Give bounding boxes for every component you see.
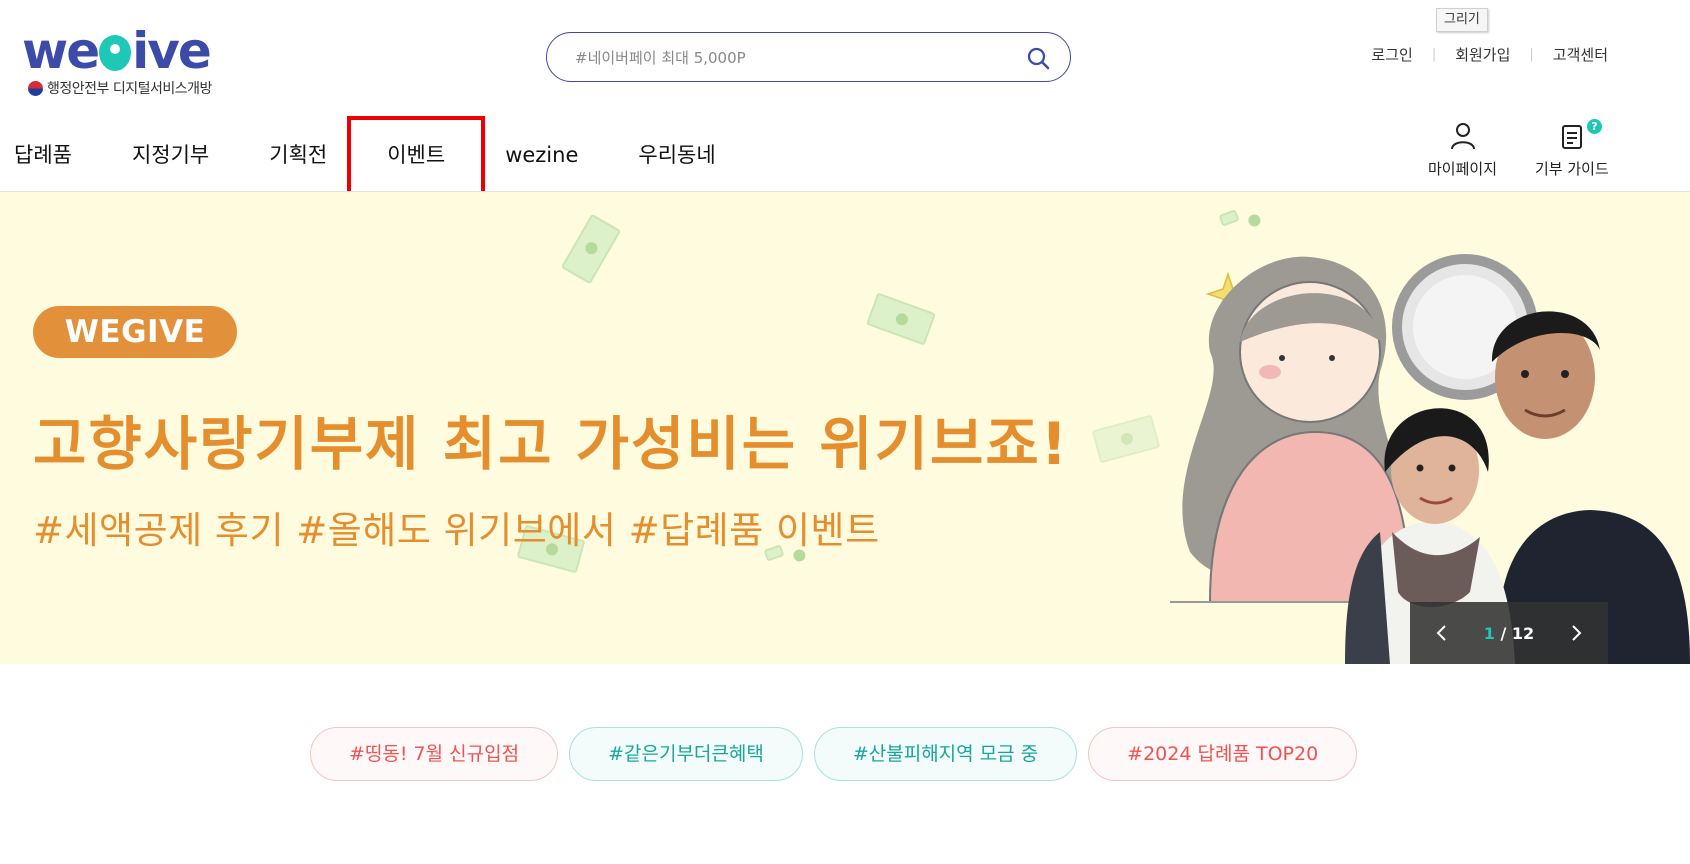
donation-guide-label: 기부 가이드 — [1535, 160, 1609, 178]
banner-badge: WEGIVE — [33, 306, 237, 358]
money-bill-decoration — [560, 213, 622, 285]
user-icon — [1450, 123, 1475, 150]
logo-subtitle: 행정안전부 디지털서비스개방 — [28, 78, 212, 98]
search-input[interactable] — [575, 46, 995, 70]
search-icon[interactable] — [1026, 46, 1050, 70]
chevron-right-icon[interactable] — [1566, 623, 1586, 643]
banner-pager: 1 / 12 — [1410, 602, 1608, 664]
util-links: 로그인 | 회원가입 | 고객센터 — [1371, 44, 1608, 65]
pager-count: 1 / 12 — [1484, 624, 1534, 643]
hashtag-new-stores[interactable]: #띵동! 7월 신규입점 — [310, 727, 559, 781]
chevron-left-icon[interactable] — [1432, 623, 1452, 643]
pager-total: 12 — [1511, 623, 1535, 643]
main-banner[interactable]: WEGIVE 고향사랑기부제 최고 가성비는 위기브죠! #세액공제 후기 #올… — [0, 192, 1690, 664]
signup-link[interactable]: 회원가입 — [1455, 44, 1510, 65]
divider: | — [1529, 47, 1534, 62]
nav-item-neighborhood[interactable]: 우리동네 — [638, 130, 715, 180]
taegeuk-emblem-icon — [28, 80, 43, 96]
money-bill-decoration — [1091, 414, 1161, 464]
nav-item-gifts[interactable]: 답례품 — [14, 130, 72, 180]
money-bill-decoration — [1218, 209, 1240, 227]
wegive-logo[interactable]: we ive 행정안전부 디지털서비스개방 — [22, 26, 232, 98]
mypage-label: 마이페이지 — [1428, 160, 1498, 178]
hashtag-top20-gifts[interactable]: #2024 답례품 TOP20 — [1088, 727, 1358, 781]
login-link[interactable]: 로그인 — [1371, 44, 1412, 65]
customer-center-link[interactable]: 고객센터 — [1553, 44, 1608, 65]
hashtag-more-benefits[interactable]: #같은기부더큰혜택 — [569, 727, 803, 781]
pager-separator: / — [1494, 623, 1512, 643]
banner-subtitle: #세액공제 후기 #올해도 위기브에서 #답례품 이벤트 — [33, 509, 880, 552]
search-bar — [546, 32, 1071, 82]
logo-wordmark: we ive — [22, 22, 212, 80]
divider: | — [1431, 47, 1437, 62]
nav-item-designated-donation[interactable]: 지정기부 — [132, 130, 209, 180]
tooltip: 그리기 — [1436, 8, 1488, 32]
mypage-button[interactable]: 마이페이지 — [1428, 120, 1497, 179]
pager-current: 1 — [1483, 623, 1495, 643]
money-bill-decoration — [866, 292, 936, 346]
help-badge: ? — [1587, 119, 1602, 134]
location-pin-icon — [99, 34, 132, 71]
hashtag-wildfire-fundraising[interactable]: #산불피해지역 모금 중 — [813, 727, 1078, 781]
main-nav: 답례품 지정기부 기획전 이벤트 wezine 우리동네 — [14, 116, 716, 196]
nav-item-event[interactable]: 이벤트 — [347, 116, 486, 196]
donation-guide-button[interactable]: ? 기부 가이드 — [1535, 119, 1609, 179]
logo-subtitle-text: 행정안전부 디지털서비스개방 — [47, 81, 212, 97]
nav-item-wezine[interactable]: wezine — [505, 130, 578, 180]
hashtag-list: #띵동! 7월 신규입점 #같은기부더큰혜택 #산불피해지역 모금 중 #202… — [310, 727, 1358, 781]
nav-item-exhibition[interactable]: 기획전 — [269, 130, 327, 180]
guide-icon — [1561, 125, 1582, 149]
banner-title: 고향사랑기부제 최고 가성비는 위기브죠! — [33, 410, 1070, 478]
banner-illustration — [1170, 254, 1690, 664]
